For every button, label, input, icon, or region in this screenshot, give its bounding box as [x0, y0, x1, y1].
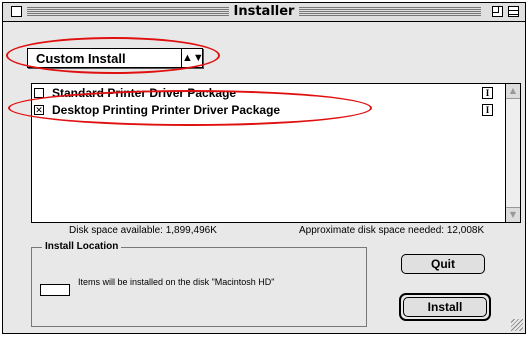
highlight-oval-popup — [6, 37, 220, 74]
disk-space-available: Disk space available: 1,899,496K — [69, 225, 217, 236]
window-title: Installer — [228, 4, 300, 19]
title-bar[interactable]: Installer — [3, 3, 525, 22]
highlight-oval-package — [8, 90, 372, 126]
disk-space-needed: Approximate disk space needed: 12,008K — [299, 225, 485, 236]
scroll-up-arrow-icon[interactable]: ▲ — [506, 84, 520, 99]
install-location-text: Items will be installed on the disk "Mac… — [78, 277, 275, 287]
info-icon[interactable]: I — [482, 87, 493, 99]
install-location-group: Install Location Items will be installed… — [31, 241, 367, 327]
list-scrollbar[interactable]: ▲ ▼ — [505, 84, 520, 222]
zoom-box-icon[interactable] — [492, 6, 503, 17]
disk-icon[interactable] — [40, 284, 70, 296]
resize-grip-icon[interactable] — [511, 319, 523, 331]
quit-button[interactable]: Quit — [401, 254, 485, 274]
install-button[interactable]: Install — [403, 297, 487, 317]
windowshade-box-icon[interactable] — [508, 6, 519, 17]
scroll-down-arrow-icon[interactable]: ▼ — [506, 207, 520, 222]
install-location-legend: Install Location — [42, 241, 122, 252]
info-icon[interactable]: I — [482, 104, 493, 116]
